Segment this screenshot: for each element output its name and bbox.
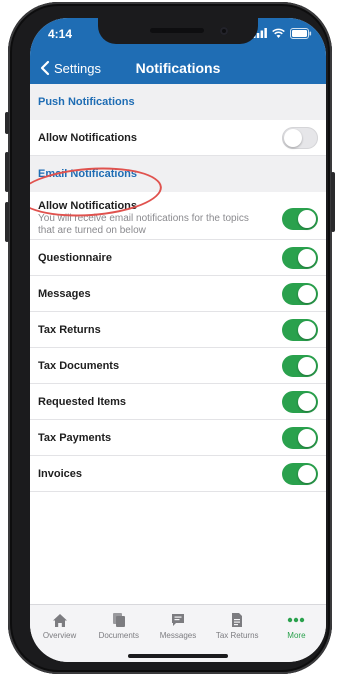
wifi-icon bbox=[272, 28, 285, 38]
email-item-label: Tax Returns bbox=[38, 323, 101, 336]
volume-up-button bbox=[5, 152, 9, 192]
email-item-label: Questionnaire bbox=[38, 251, 112, 264]
screen: 4:14 Settings Notifications Push Notific… bbox=[30, 18, 326, 662]
chat-icon bbox=[169, 612, 187, 628]
toggle-knob bbox=[298, 356, 316, 375]
email-item-row-tax-documents: Tax Documents bbox=[30, 348, 326, 384]
power-button bbox=[331, 172, 335, 232]
push-allow-label: Allow Notifications bbox=[38, 131, 137, 144]
navigation-bar: 4:14 Settings Notifications bbox=[30, 18, 326, 84]
home-indicator bbox=[128, 654, 228, 658]
email-item-label: Tax Payments bbox=[38, 431, 112, 444]
email-item-label: Requested Items bbox=[38, 395, 127, 408]
email-item-row-invoices: Invoices bbox=[30, 456, 326, 492]
requested-items-toggle[interactable] bbox=[282, 390, 318, 413]
email-item-label: Messages bbox=[38, 287, 91, 300]
toggle-knob bbox=[298, 210, 316, 228]
speaker-grille bbox=[150, 28, 204, 33]
email-item-label: Invoices bbox=[38, 467, 83, 480]
status-time: 4:14 bbox=[48, 27, 73, 41]
battery-icon bbox=[290, 27, 312, 39]
email-item-row-messages: Messages bbox=[30, 276, 326, 312]
email-allow-toggle[interactable] bbox=[282, 208, 318, 230]
email-item-label: Tax Documents bbox=[38, 359, 120, 372]
push-allow-toggle[interactable] bbox=[282, 126, 318, 149]
page-title: Notifications bbox=[135, 60, 221, 76]
toggle-knob bbox=[298, 248, 316, 267]
notifications-list: Push Notifications Allow Notifications E… bbox=[30, 84, 326, 604]
front-camera bbox=[220, 27, 228, 35]
tab-label: Tax Returns bbox=[215, 631, 259, 640]
messages-toggle[interactable] bbox=[282, 282, 318, 305]
tab-label: Messages bbox=[159, 631, 197, 640]
toggle-knob bbox=[284, 128, 302, 147]
email-allow-description: You will receive email notifications for… bbox=[38, 213, 249, 236]
volume-down-button bbox=[5, 202, 9, 242]
tab-label: Documents bbox=[98, 631, 140, 640]
tab-label: Overview bbox=[42, 631, 77, 640]
email-item-row-tax-returns: Tax Returns bbox=[30, 312, 326, 348]
tab-more[interactable]: More bbox=[267, 605, 326, 662]
email-item-row-questionnaire: Questionnaire bbox=[30, 240, 326, 276]
section-header-push: Push Notifications bbox=[30, 84, 326, 120]
tax-returns-icon bbox=[228, 612, 246, 628]
notch bbox=[98, 18, 258, 44]
phone-frame: 4:14 Settings Notifications Push Notific… bbox=[5, 2, 335, 674]
tab-label: More bbox=[287, 631, 306, 640]
tax-documents-toggle[interactable] bbox=[282, 354, 318, 377]
mute-switch bbox=[5, 112, 9, 134]
email-item-row-tax-payments: Tax Payments bbox=[30, 420, 326, 456]
tax-returns-toggle[interactable] bbox=[282, 318, 318, 341]
status-icons bbox=[253, 27, 312, 39]
email-item-row-requested-items: Requested Items bbox=[30, 384, 326, 420]
invoices-toggle[interactable] bbox=[282, 462, 318, 485]
toggle-knob bbox=[298, 320, 316, 339]
more-icon bbox=[287, 612, 305, 628]
tax-payments-toggle[interactable] bbox=[282, 426, 318, 449]
documents-icon bbox=[110, 612, 128, 628]
push-allow-row: Allow Notifications bbox=[30, 120, 326, 156]
toggle-knob bbox=[298, 284, 316, 303]
tab-overview[interactable]: Overview bbox=[30, 605, 89, 662]
toggle-knob bbox=[298, 392, 316, 411]
toggle-knob bbox=[298, 464, 316, 483]
questionnaire-toggle[interactable] bbox=[282, 246, 318, 269]
home-icon bbox=[51, 612, 69, 628]
toggle-knob bbox=[298, 428, 316, 447]
